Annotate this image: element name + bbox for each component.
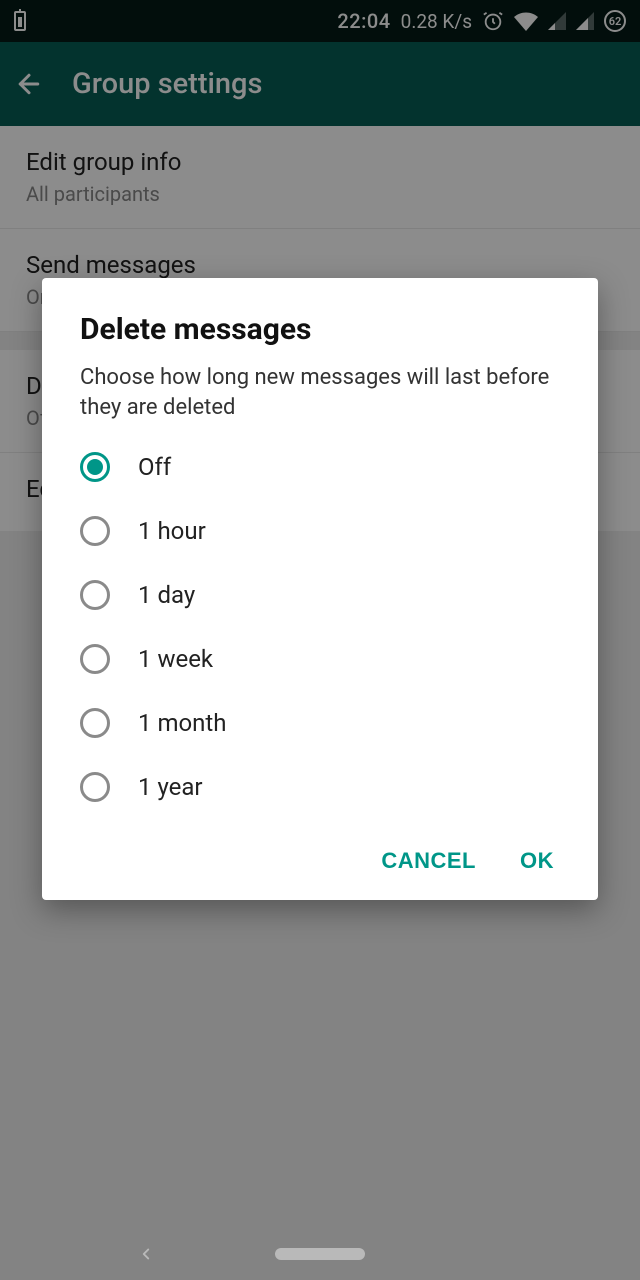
dialog-actions: CANCEL OK [80,848,560,874]
radio-option-1-hour[interactable]: 1 hour [80,516,560,546]
radio-option-1-year[interactable]: 1 year [80,772,560,802]
cancel-button[interactable]: CANCEL [381,848,476,874]
radio-option-1-month[interactable]: 1 month [80,708,560,738]
radio-group: Off 1 hour 1 day 1 week 1 month 1 year [80,452,560,802]
radio-icon [80,516,110,546]
radio-label: 1 year [138,773,203,801]
radio-option-off[interactable]: Off [80,452,560,482]
radio-option-1-day[interactable]: 1 day [80,580,560,610]
delete-messages-dialog: Delete messages Choose how long new mess… [42,278,598,900]
nav-home-pill[interactable] [275,1248,365,1260]
dialog-title: Delete messages [80,312,560,347]
radio-icon [80,452,110,482]
radio-label: 1 hour [138,517,206,545]
radio-icon [80,580,110,610]
dialog-description: Choose how long new messages will last b… [80,363,560,422]
radio-label: 1 month [138,709,227,737]
system-nav-bar [0,1228,640,1280]
radio-label: 1 day [138,581,195,609]
radio-icon [80,644,110,674]
radio-label: 1 week [138,645,213,673]
radio-icon [80,708,110,738]
radio-icon [80,772,110,802]
radio-option-1-week[interactable]: 1 week [80,644,560,674]
radio-label: Off [138,453,171,481]
nav-back-button[interactable] [137,1245,155,1263]
ok-button[interactable]: OK [520,848,554,874]
